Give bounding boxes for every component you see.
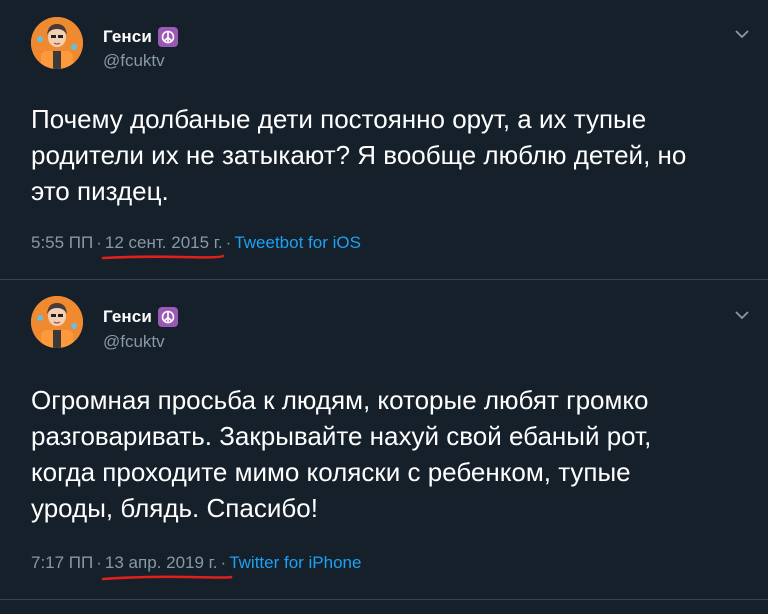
- tweet-source-link[interactable]: Twitter for iPhone: [229, 553, 361, 572]
- display-name[interactable]: Генси: [103, 27, 152, 47]
- display-name[interactable]: Генси: [103, 307, 152, 327]
- tweet-time[interactable]: 5:55 ПП: [31, 233, 93, 252]
- divider: [0, 599, 768, 600]
- tweet-date[interactable]: 12 сент. 2015 г.: [105, 233, 223, 252]
- handle[interactable]: @fcuktv: [103, 332, 165, 352]
- author-name-row[interactable]: Генси: [103, 25, 178, 49]
- tweet[interactable]: Генси @fcuktv Почему долбаные дети посто…: [0, 0, 768, 279]
- tweet[interactable]: Генси @fcuktv Огромная просьба к людям, …: [0, 279, 768, 599]
- tweet-source-link[interactable]: Tweetbot for iOS: [234, 233, 361, 252]
- tweet-meta: 5:55 ПП · 12 сент. 2015 г. · Tweetbot for iO…: [31, 233, 361, 260]
- peace-symbol-icon: [157, 27, 178, 47]
- meta-separator: ·: [96, 233, 102, 252]
- meta-separator: ·: [96, 553, 102, 572]
- tweet-meta: 7:17 ПП · 13 апр. 2019 г. · Twitter for iPho…: [31, 553, 361, 581]
- tweet-date[interactable]: 13 апр. 2019 г.: [105, 553, 218, 572]
- author-name-row[interactable]: Генси: [103, 305, 178, 329]
- handle[interactable]: @fcuktv: [103, 51, 165, 71]
- red-underline-annotation: [101, 575, 233, 581]
- red-underline-annotation: [101, 254, 225, 260]
- tweet-time[interactable]: 7:17 ПП: [31, 553, 93, 572]
- chevron-down-icon[interactable]: [734, 28, 750, 40]
- meta-separator: ·: [220, 553, 227, 572]
- tweet-text: Огромная просьба к людям, которые любят …: [31, 385, 652, 523]
- avatar[interactable]: [31, 17, 83, 69]
- tweet-text: Почему долбаные дети постоянно орут, а и…: [31, 104, 687, 206]
- avatar-image: [31, 296, 83, 348]
- meta-separator: ·: [225, 233, 232, 252]
- avatar[interactable]: [31, 296, 83, 348]
- chevron-down-icon[interactable]: [734, 309, 750, 321]
- peace-symbol-icon: [157, 307, 178, 327]
- avatar-image: [31, 17, 83, 69]
